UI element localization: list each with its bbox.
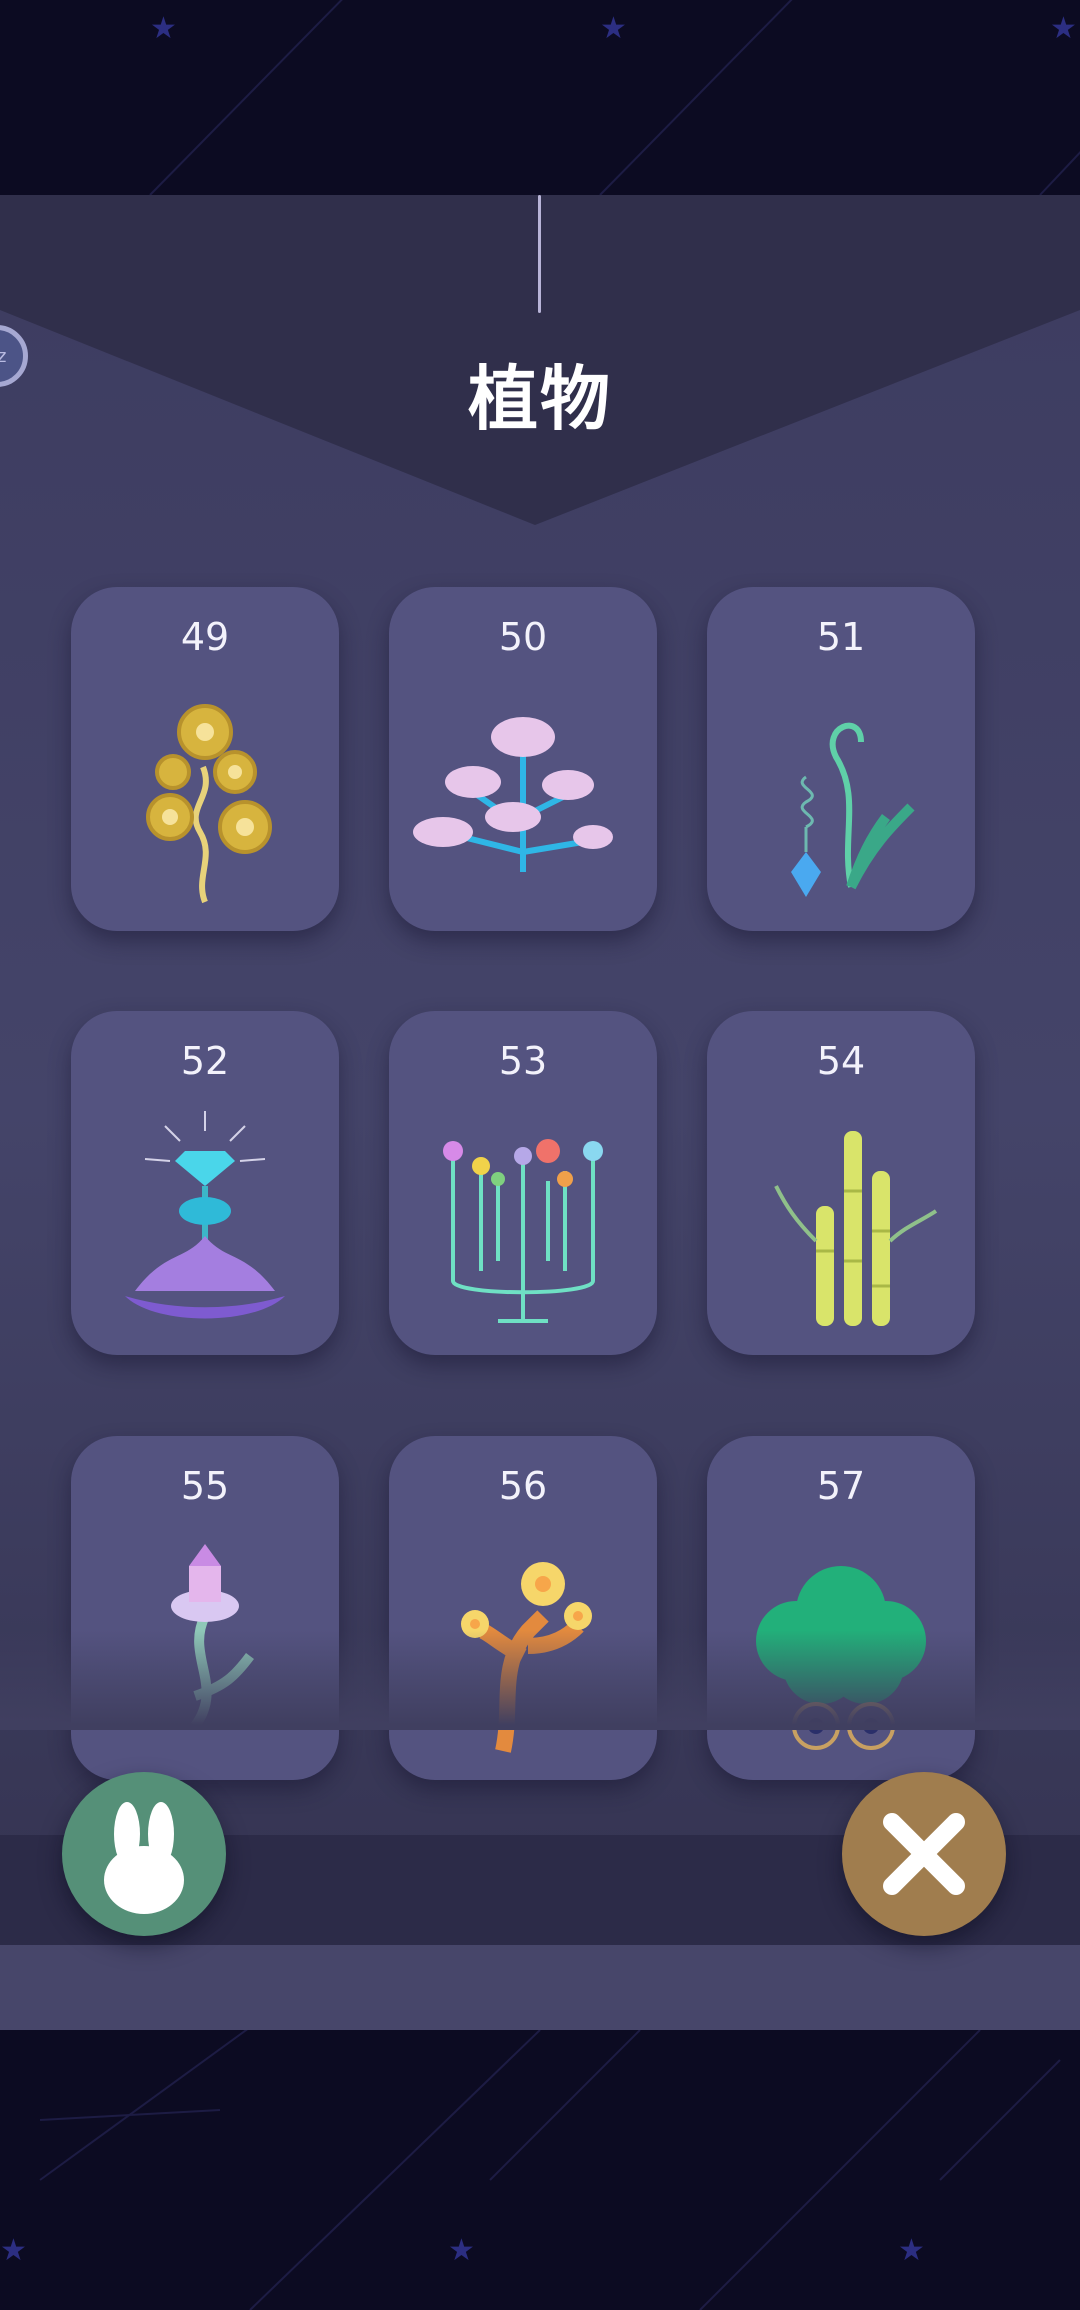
star-icon: ★ [0,2233,27,2268]
bamboo-icon [774,1131,938,1326]
plant-card[interactable]: 51 [707,587,975,931]
crystal-vine-icon [791,722,915,897]
golden-gear-flower-icon [146,704,272,904]
diamond-lotus-icon [125,1111,285,1319]
plant-card[interactable]: 52 [71,1011,339,1355]
card-number: 53 [498,1039,548,1083]
star-icon: ★ [448,2233,475,2268]
sleep-label: zz [0,345,7,367]
plant-card[interactable]: 50 [389,587,657,931]
close-button[interactable] [842,1772,1006,1936]
card-number: 56 [498,1464,548,1508]
close-icon [883,1813,965,1895]
plant-card[interactable]: 49 [71,587,339,931]
card-number: 55 [180,1464,230,1508]
scroll-fade [0,1630,1080,1730]
card-number: 52 [180,1039,230,1083]
candelabra-flowers-icon [443,1139,603,1323]
card-number: 54 [816,1039,866,1083]
card-number: 57 [816,1464,866,1508]
plant-card[interactable]: 53 [389,1011,657,1355]
rabbit-icon [104,1802,184,1914]
star-icon: ★ [600,11,627,46]
star-icon: ★ [898,2233,925,2268]
cloud-tree-icon [413,717,613,872]
rabbit-button[interactable] [62,1772,226,1936]
card-number: 50 [498,615,548,659]
card-number: 51 [816,615,866,659]
star-icon: ★ [1050,11,1077,46]
page-title: 植物 [468,358,612,440]
card-number: 49 [180,615,230,659]
plant-card[interactable]: 54 [707,1011,975,1355]
hanging-string [538,195,541,313]
star-icon: ★ [150,11,177,46]
